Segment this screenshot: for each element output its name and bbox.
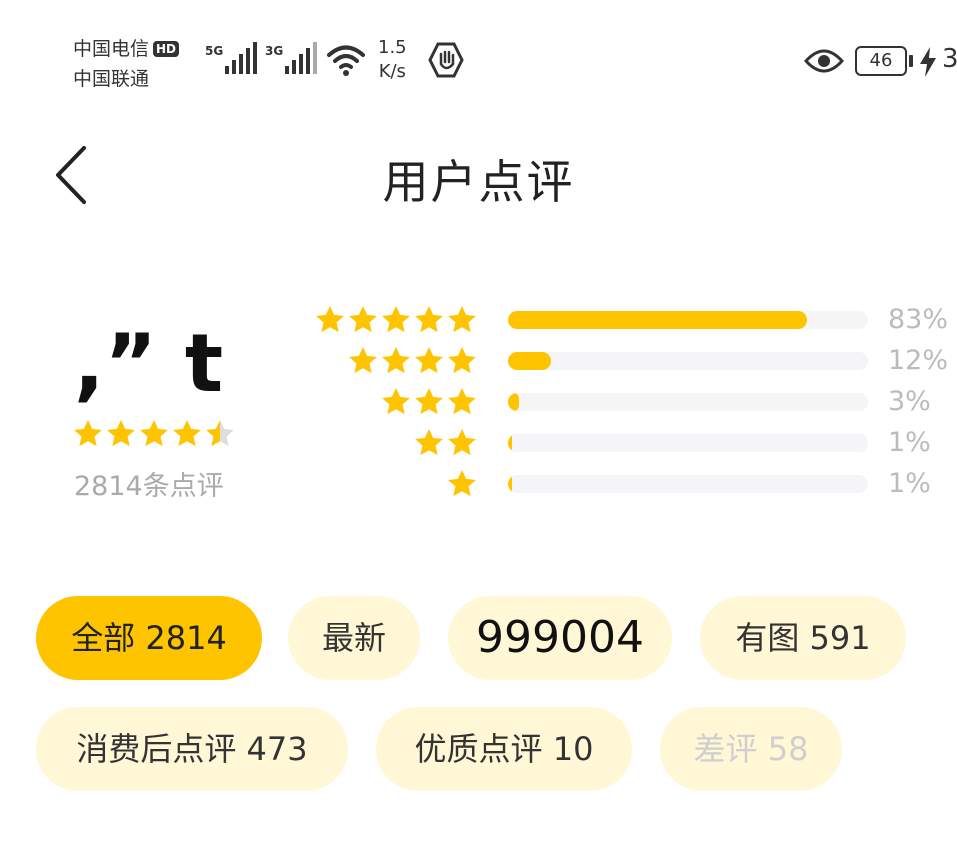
distribution-bar-track: [508, 393, 868, 411]
carrier-1-label: 中国电信: [73, 38, 150, 60]
star-icon: [349, 306, 377, 333]
star-icon: [382, 306, 410, 333]
star-icon: [448, 470, 476, 497]
star-icon: [415, 306, 443, 333]
star-icon: [206, 420, 234, 447]
eye-icon: [804, 49, 844, 73]
distribution-row-1-star: 1%: [300, 466, 950, 502]
distribution-bar-fill: [508, 393, 519, 411]
filter-chip-after-purchase[interactable]: 消费后点评 473: [36, 707, 348, 791]
battery-level: 46: [869, 50, 893, 71]
distribution-stars: [347, 345, 478, 377]
carrier-2-label: 中国联通: [73, 68, 150, 90]
distribution-percent: 83%: [888, 304, 949, 335]
wifi-icon: [327, 45, 365, 76]
signal-5g-label: 5G: [205, 44, 224, 58]
star-icon: [74, 420, 102, 447]
distribution-percent: 3%: [888, 386, 931, 417]
distribution-row-3-star: 3%: [300, 384, 950, 420]
filter-chip-quality[interactable]: 优质点评 10: [376, 707, 632, 791]
distribution-row-5-star: 83%: [300, 302, 950, 338]
carrier-info: 中国电信 HD 中国联通: [73, 34, 180, 94]
battery-percent-cut: 3: [942, 44, 957, 74]
distribution-stars: [413, 427, 478, 459]
network-speed-unit: K/s: [378, 61, 406, 82]
star-icon: [382, 388, 410, 415]
network-speed: 1.5 K/s: [378, 36, 407, 84]
filter-chip-number[interactable]: 999004: [448, 596, 672, 680]
filter-chip-negative[interactable]: 差评 58: [660, 707, 842, 791]
star-icon: [415, 388, 443, 415]
hand-icon: [428, 42, 464, 78]
distribution-row-2-star: 1%: [300, 425, 950, 461]
distribution-bar-fill: [508, 475, 512, 493]
distribution-stars: [380, 386, 478, 418]
star-icon: [140, 420, 168, 447]
star-icon: [173, 420, 201, 447]
review-count: 2814条点评: [74, 471, 224, 502]
star-icon: [448, 429, 476, 456]
filter-chip-latest[interactable]: 最新: [288, 596, 420, 680]
signal-bars-icon: [225, 42, 257, 74]
star-icon: [415, 347, 443, 374]
network-speed-value: 1.5: [378, 37, 407, 58]
distribution-bar-track: [508, 352, 868, 370]
distribution-bar-track: [508, 434, 868, 452]
distribution-row-4-star: 12%: [300, 343, 950, 379]
signal-bars-icon: [285, 42, 317, 74]
distribution-bar-track: [508, 475, 868, 493]
rating-score: ,” t: [74, 317, 224, 410]
lightning-bolt-icon: [920, 47, 936, 77]
distribution-stars: [314, 304, 478, 336]
star-icon: [349, 347, 377, 374]
distribution-percent: 1%: [888, 468, 931, 499]
star-icon: [382, 347, 410, 374]
star-icon: [448, 388, 476, 415]
distribution-percent: 12%: [888, 345, 949, 376]
filter-chip-with-photos[interactable]: 有图 591: [700, 596, 906, 680]
star-icon: [415, 429, 443, 456]
distribution-bar-fill: [508, 311, 807, 329]
hd-badge: HD: [153, 41, 180, 57]
filter-chip-all[interactable]: 全部 2814: [36, 596, 262, 680]
page-title: 用户点评: [382, 155, 575, 209]
distribution-bar-track: [508, 311, 868, 329]
distribution-bar-fill: [508, 434, 512, 452]
star-icon: [448, 306, 476, 333]
signal-3g-label: 3G: [265, 44, 284, 58]
status-bar: 中国电信 HD 中国联通 5G 3G 1.5 K/s 46 3: [0, 0, 957, 100]
battery-tip: [909, 55, 913, 67]
distribution-percent: 1%: [888, 427, 931, 458]
star-icon: [107, 420, 135, 447]
distribution-stars: [446, 468, 478, 500]
star-icon: [448, 347, 476, 374]
star-icon: [316, 306, 344, 333]
distribution-bar-fill: [508, 352, 552, 370]
rating-stars: [72, 418, 236, 450]
battery-indicator: 46: [855, 46, 907, 76]
